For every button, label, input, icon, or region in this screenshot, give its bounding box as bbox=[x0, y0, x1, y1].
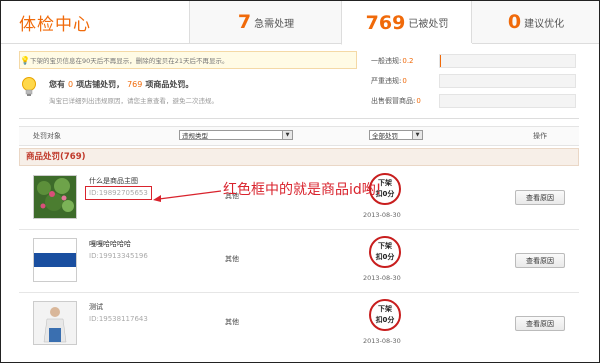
stat-value: 0 bbox=[416, 97, 421, 105]
notice-text: 下架的宝贝信息在90天后不再显示，删除的宝贝在21天后不再显示。 bbox=[30, 57, 229, 65]
summary-line: 您有 0 项店铺处罚， 769 项商品处罚。 bbox=[49, 79, 193, 90]
product-id: ID:19538117643 bbox=[89, 315, 148, 323]
tab-pending[interactable]: 7 急需处理 bbox=[189, 1, 342, 43]
product-thumbnail[interactable] bbox=[33, 238, 77, 282]
divider bbox=[19, 118, 579, 119]
product-name[interactable]: 什么是商品主图 bbox=[89, 176, 138, 186]
product-name[interactable]: 嘎嘎哈哈哈哈 bbox=[89, 239, 131, 249]
pending-label: 急需处理 bbox=[254, 18, 295, 30]
violation-type: 其他 bbox=[225, 255, 239, 263]
view-reason-button[interactable]: 查看原因 bbox=[515, 316, 565, 331]
stat-serious: 严重违规: 0 bbox=[371, 71, 581, 91]
col-object-label: 处罚对象 bbox=[33, 132, 61, 140]
stat-bar bbox=[439, 94, 576, 108]
suggest-count: 0 bbox=[507, 11, 522, 33]
punished-label: 已被处罚 bbox=[408, 19, 449, 30]
annotation-text: 红色框中的就是商品id哟! bbox=[223, 182, 382, 198]
penalty-stamp: 下架 扣0分 bbox=[369, 299, 401, 331]
page-title: 体检中心 bbox=[19, 14, 91, 35]
lightbulb-icon bbox=[22, 77, 36, 96]
suggest-label: 建议优化 bbox=[524, 18, 565, 30]
goods-punish-count: 769 bbox=[127, 80, 143, 89]
stamp-line-1: 下架 bbox=[378, 305, 392, 313]
view-reason-button[interactable]: 查看原因 bbox=[515, 253, 565, 268]
stamp-line-2: 扣0分 bbox=[375, 253, 395, 261]
stat-label: 出售假冒商品: bbox=[371, 97, 416, 105]
page-frame: 体检中心 7 急需处理 769 已被处罚 0 建议优化 💡 下架的宝贝信息在90… bbox=[0, 0, 600, 363]
penalty-select[interactable]: 全部处罚 ▼ bbox=[369, 130, 423, 140]
summary-prefix: 您有 bbox=[49, 80, 65, 89]
shop-punish-label: 项店铺处罚， bbox=[76, 80, 125, 89]
violation-type: 其他 bbox=[225, 318, 239, 326]
notice-bar: 💡 下架的宝贝信息在90天后不再显示，删除的宝贝在21天后不再显示。 bbox=[19, 51, 357, 69]
table-row: 嘎嘎哈哈哈哈 ID:19913345196 其他 下架 扣0分 2013-08-… bbox=[19, 230, 579, 293]
punished-count: 769 bbox=[365, 11, 406, 34]
tab-health-center[interactable]: 体检中心 bbox=[1, 1, 189, 43]
stat-bar bbox=[439, 54, 576, 68]
tab-punished[interactable]: 769 已被处罚 bbox=[341, 1, 472, 45]
punish-summary: 您有 0 项店铺处罚， 769 项商品处罚。 淘宝已详细列出违规原因，请您主意查看，避免… bbox=[21, 71, 361, 111]
penalty-date: 2013-08-30 bbox=[363, 337, 401, 345]
product-id: ID:19913345196 bbox=[89, 252, 148, 260]
violation-stats: 一般违规: 0.2 严重违规: 0 出售假冒商品: 0 bbox=[371, 51, 581, 111]
penalty-date: 2013-08-30 bbox=[363, 211, 401, 219]
stat-bar-fill bbox=[440, 55, 442, 67]
penalty-date: 2013-08-30 bbox=[363, 274, 401, 282]
filter-header: 处罚对象 违规类型 ▼ 全部处罚 ▼ 操作 bbox=[19, 126, 579, 146]
stamp-line-1: 下架 bbox=[378, 242, 392, 250]
chevron-down-icon: ▼ bbox=[282, 131, 292, 139]
stat-label: 严重违规: bbox=[371, 77, 402, 85]
tab-bar: 体检中心 7 急需处理 769 已被处罚 0 建议优化 bbox=[1, 1, 599, 45]
annotation-arrow bbox=[153, 190, 222, 202]
stamp-line-2: 扣0分 bbox=[375, 316, 395, 324]
stat-counterfeit: 出售假冒商品: 0 bbox=[371, 91, 581, 111]
product-id-highlighted: ID:19892705653 bbox=[85, 186, 152, 200]
product-thumbnail[interactable] bbox=[33, 175, 77, 219]
penalty-value: 全部处罚 bbox=[372, 132, 398, 140]
pending-count: 7 bbox=[237, 11, 252, 33]
violation-type-value: 违规类型 bbox=[182, 132, 208, 140]
product-thumbnail[interactable] bbox=[33, 301, 77, 345]
stat-bar bbox=[439, 74, 576, 88]
shop-punish-count: 0 bbox=[68, 80, 74, 89]
table-row: 测试 ID:19538117643 其他 下架 扣0分 2013-08-30 查… bbox=[19, 293, 579, 361]
violation-type-select[interactable]: 违规类型 ▼ bbox=[179, 130, 293, 140]
view-reason-button[interactable]: 查看原因 bbox=[515, 190, 565, 205]
stat-label: 一般违规: bbox=[371, 57, 402, 65]
product-name[interactable]: 测试 bbox=[89, 302, 103, 312]
goods-punish-label: 项商品处罚。 bbox=[145, 80, 194, 89]
section-goods-punish: 商品处罚(769) bbox=[19, 148, 579, 166]
stat-value: 0 bbox=[402, 77, 407, 85]
stat-value: 0.2 bbox=[402, 57, 414, 65]
bulb-small-icon: 💡 bbox=[20, 55, 30, 65]
stat-general: 一般违规: 0.2 bbox=[371, 51, 581, 71]
penalty-stamp: 下架 扣0分 bbox=[369, 236, 401, 268]
summary-hint: 淘宝已详细列出违规原因，请您主意查看，避免二次违规。 bbox=[49, 97, 218, 105]
chevron-down-icon: ▼ bbox=[412, 131, 422, 139]
tab-suggest[interactable]: 0 建议优化 bbox=[471, 1, 599, 43]
col-action-label: 操作 bbox=[533, 132, 547, 140]
